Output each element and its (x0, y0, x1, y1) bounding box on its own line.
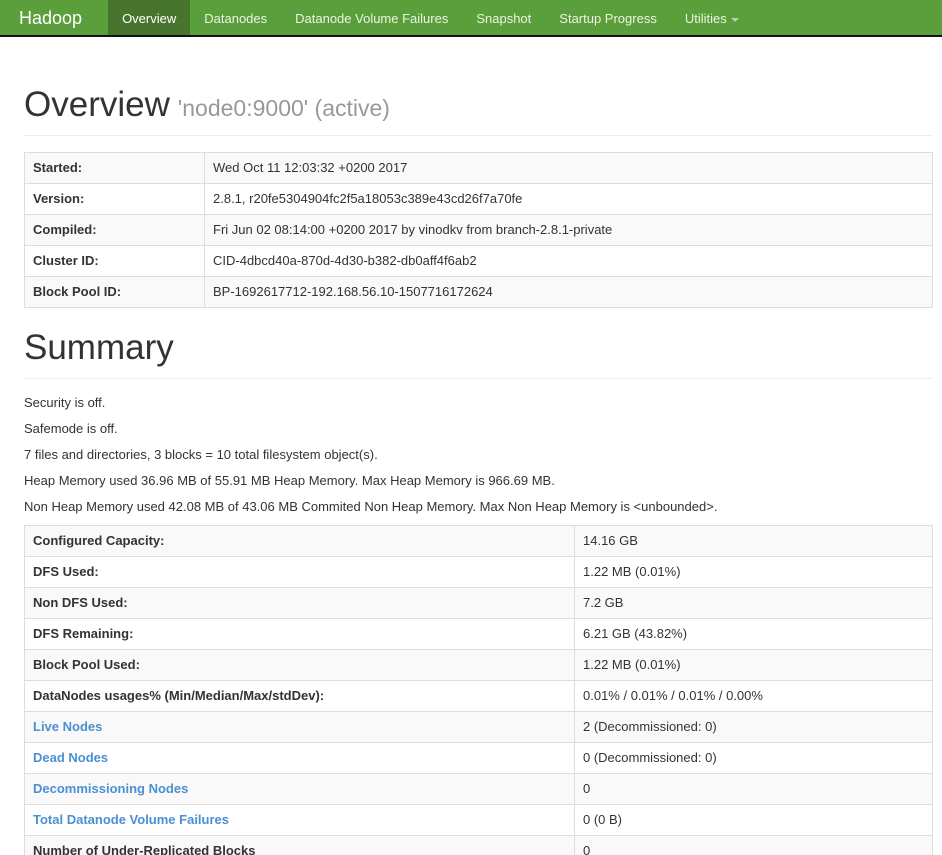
row-value: 0 (574, 835, 933, 855)
table-row: Compiled: Fri Jun 02 08:14:00 +0200 2017… (24, 214, 933, 246)
row-value: 7.2 GB (574, 587, 933, 619)
row-label: Total Datanode Volume Failures (24, 804, 575, 836)
row-value: 1.22 MB (0.01%) (574, 649, 933, 681)
row-value: CID-4dbcd40a-870d-4d30-b382-db0aff4f6ab2 (204, 245, 933, 277)
summary-title: Summary (24, 328, 174, 367)
row-value: Fri Jun 02 08:14:00 +0200 2017 by vinodk… (204, 214, 933, 246)
table-row: Total Datanode Volume Failures 0 (0 B) (24, 804, 933, 836)
row-label: Block Pool Used: (24, 649, 575, 681)
tab-startup-progress[interactable]: Startup Progress (545, 0, 671, 35)
total-datanode-volume-failures-link[interactable]: Total Datanode Volume Failures (33, 812, 229, 827)
row-value: 2 (Decommissioned: 0) (574, 711, 933, 743)
row-value: 0.01% / 0.01% / 0.01% / 0.00% (574, 680, 933, 712)
security-status: Security is off. (24, 395, 106, 410)
navbar-tabs: Overview Datanodes Datanode Volume Failu… (108, 0, 753, 35)
row-label: Block Pool ID: (24, 276, 205, 308)
row-value: 1.22 MB (0.01%) (574, 556, 933, 588)
decommissioning-nodes-link[interactable]: Decommissioning Nodes (33, 781, 188, 796)
table-row: DFS Used: 1.22 MB (0.01%) (24, 556, 933, 588)
row-label: DFS Used: (24, 556, 575, 588)
row-value: 6.21 GB (43.82%) (574, 618, 933, 650)
divider (24, 378, 933, 379)
table-row: Dead Nodes 0 (Decommissioned: 0) (24, 742, 933, 774)
namenode-address-state: 'node0:9000' (active) (177, 95, 390, 121)
table-row: Live Nodes 2 (Decommissioned: 0) (24, 711, 933, 743)
divider (24, 135, 933, 136)
table-row: Cluster ID: CID-4dbcd40a-870d-4d30-b382-… (24, 245, 933, 277)
row-value: 0 (0 B) (574, 804, 933, 836)
tab-overview[interactable]: Overview (108, 0, 191, 35)
table-row: DFS Remaining: 6.21 GB (43.82%) (24, 618, 933, 650)
row-label: Compiled: (24, 214, 205, 246)
table-row: Configured Capacity: 14.16 GB (24, 525, 933, 557)
row-label: Cluster ID: (24, 245, 205, 277)
row-label: Non DFS Used: (24, 587, 575, 619)
table-row: Started: Wed Oct 11 12:03:32 +0200 2017 (24, 152, 933, 184)
table-row: Number of Under-Replicated Blocks 0 (24, 835, 933, 855)
table-row: Non DFS Used: 7.2 GB (24, 587, 933, 619)
tab-datanodes[interactable]: Datanodes (190, 0, 281, 35)
non-heap-memory-status: Non Heap Memory used 42.08 MB of 43.06 M… (24, 499, 718, 514)
tab-utilities-dropdown[interactable]: Utilities (671, 0, 753, 35)
row-value: 0 (574, 773, 933, 805)
row-label: Live Nodes (24, 711, 575, 743)
table-row: Block Pool Used: 1.22 MB (0.01%) (24, 649, 933, 681)
namenode-info-table: Started: Wed Oct 11 12:03:32 +0200 2017 … (24, 152, 933, 308)
overview-title: Overview (24, 85, 170, 124)
row-label: Started: (24, 152, 205, 184)
table-row: Version: 2.8.1, r20fe5304904fc2f5a18053c… (24, 183, 933, 215)
summary-status-text: Security is off. Safemode is off. 7 file… (24, 395, 933, 514)
row-label: DFS Remaining: (24, 618, 575, 650)
filesystem-objects-status: 7 files and directories, 3 blocks = 10 t… (24, 447, 378, 462)
table-row: Block Pool ID: BP-1692617712-192.168.56.… (24, 276, 933, 308)
table-row: DataNodes usages% (Min/Median/Max/stdDev… (24, 680, 933, 712)
row-value: 0 (Decommissioned: 0) (574, 742, 933, 774)
page-content: Overview 'node0:9000' (active) Started: W… (0, 37, 942, 855)
summary-section: Summary Security is off. Safemode is off… (24, 328, 933, 855)
tab-utilities-label: Utilities (684, 11, 727, 26)
row-label: Decommissioning Nodes (24, 773, 575, 805)
row-label: Version: (24, 183, 205, 215)
row-value: Wed Oct 11 12:03:32 +0200 2017 (204, 152, 933, 184)
table-row: Decommissioning Nodes 0 (24, 773, 933, 805)
chevron-down-icon (730, 17, 739, 22)
row-label: DataNodes usages% (Min/Median/Max/stdDev… (24, 680, 575, 712)
navbar: Hadoop Overview Datanodes Datanode Volum… (0, 0, 942, 37)
row-value: 14.16 GB (574, 525, 933, 557)
row-value: 2.8.1, r20fe5304904fc2f5a18053c389e43cd2… (204, 183, 933, 215)
row-value: BP-1692617712-192.168.56.10-150771617262… (204, 276, 933, 308)
row-label: Number of Under-Replicated Blocks (24, 835, 575, 855)
heap-memory-status: Heap Memory used 36.96 MB of 55.91 MB He… (24, 473, 555, 488)
row-label: Dead Nodes (24, 742, 575, 774)
tab-datanode-volume-failures[interactable]: Datanode Volume Failures (281, 0, 462, 35)
summary-table: Configured Capacity: 14.16 GB DFS Used: … (24, 525, 933, 855)
tab-snapshot[interactable]: Snapshot (462, 0, 545, 35)
navbar-brand[interactable]: Hadoop (0, 0, 100, 35)
row-label: Configured Capacity: (24, 525, 575, 557)
dead-nodes-link[interactable]: Dead Nodes (33, 750, 108, 765)
safemode-status: Safemode is off. (24, 421, 118, 436)
page-title: Overview 'node0:9000' (active) (24, 85, 933, 125)
live-nodes-link[interactable]: Live Nodes (33, 719, 102, 734)
